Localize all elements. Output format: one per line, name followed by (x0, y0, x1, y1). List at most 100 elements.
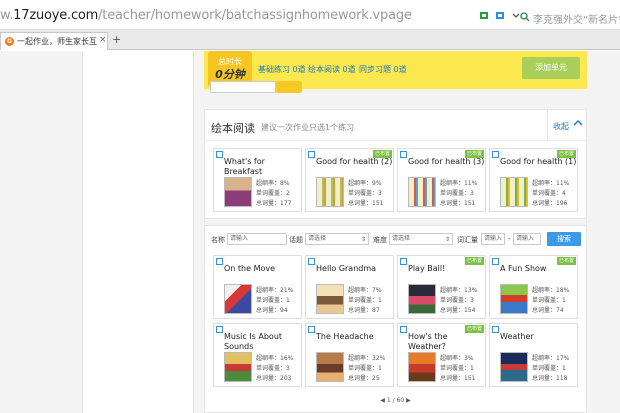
add-unit-button[interactable]: 添加单元 (522, 57, 580, 79)
chevron-up-icon (573, 118, 583, 131)
collapse-label: 收起 (553, 122, 569, 131)
partial-input[interactable] (210, 81, 276, 93)
book-cover-image (224, 177, 252, 207)
book-cover-image (224, 352, 252, 382)
select-checkbox[interactable] (216, 258, 223, 265)
vocab-filter-label: 词汇量 (457, 236, 478, 244)
book-stats: 超纲率：7% 单词覆盖：1 总词量：87 (348, 287, 382, 314)
url-prefix: w. (0, 8, 14, 23)
book-title: Play Ball! (408, 264, 446, 273)
book-title: The Headache (316, 332, 374, 341)
book-cover-image (408, 284, 436, 314)
book-stats: 超纲率：18% 单词覆盖：1 总词量：74 (532, 287, 570, 314)
book-card[interactable]: On the Move 超纲率：21% 单词覆盖：1 总词量：94 (213, 255, 302, 319)
book-stats: 超纲率：13% 单词覆盖：3 总词量：154 (440, 287, 478, 314)
book-card[interactable]: 已布置 Play Ball! 超纲率：13% 单词覆盖：3 总词量：154 (397, 255, 486, 319)
collapse-button[interactable]: 收起 (547, 110, 587, 140)
book-title: How's the Weather? (408, 332, 448, 351)
search-icon[interactable] (520, 12, 530, 25)
partial-button[interactable] (276, 81, 302, 93)
book-title: Hello Grandma (316, 264, 377, 273)
search-suggestion[interactable]: 李克强外交“新名片” (533, 11, 620, 26)
select-checkbox[interactable] (216, 326, 223, 333)
chevron-left-icon[interactable]: ◀ (380, 397, 385, 404)
vocab-to-input[interactable]: 请输入 (513, 233, 541, 245)
section-divider (205, 218, 586, 226)
close-tab-icon[interactable]: × (99, 35, 107, 45)
book-cover-image (500, 177, 528, 207)
level-filter-label: 难度 (373, 236, 387, 244)
ie-mode-icon[interactable] (495, 11, 505, 20)
summary-sync-exercise[interactable]: 同步习题 0道 (359, 64, 407, 75)
select-checkbox[interactable] (492, 326, 499, 333)
select-checkbox[interactable] (308, 151, 315, 158)
tab-title: 一起作业，师生家长互动 (17, 37, 97, 46)
book-card[interactable]: 已布置 How's the Weather? 超纲率：3% 单词覆盖：1 总词量：1… (397, 323, 486, 387)
book-cover-image (408, 352, 436, 382)
book-stats: 超纲率：17% 单词覆盖：1 总词量：118 (532, 355, 570, 382)
left-sidebar (82, 51, 194, 413)
book-stats: 超纲率：16% 单词覆盖：3 总词量：203 (256, 355, 294, 382)
book-cover-image (316, 352, 344, 382)
level-filter-select[interactable]: 请选择 ⇕ (389, 233, 453, 245)
address-bar[interactable]: w.17zuoye.com/teacher/homework/batchassi… (0, 0, 620, 30)
page-content: 总时长 0分钟 基础练习 0道 绘本阅读 0道 同步习题 0道 添加单元 绘本阅… (0, 51, 620, 413)
summary-picture-book[interactable]: 绘本阅读 0道 (308, 64, 356, 75)
new-tab-button[interactable]: + (112, 33, 121, 46)
book-title: Good for health (1) (500, 157, 577, 166)
book-stats: 超纲率：11% 单词覆盖：3 总词量：151 (440, 180, 478, 207)
book-card[interactable]: Weather 超纲率：17% 单词覆盖：1 总词量：118 (489, 323, 578, 387)
featured-card[interactable]: 已布置 Good for health (1) 超纲率：11% 单词覆盖：4 总词量… (489, 148, 578, 212)
select-checkbox[interactable] (216, 151, 223, 158)
book-card[interactable]: Music Is About Sounds 超纲率：16% 单词覆盖：3 总词量：2… (213, 323, 302, 387)
select-checkbox[interactable] (308, 326, 315, 333)
featured-card[interactable]: 已布置 Good for health (2) 超纲率：9% 单词覆盖：3 总词量：… (305, 148, 394, 212)
url-path: /teacher/homework/batchassignhomework.vp… (98, 8, 412, 23)
select-checkbox[interactable] (400, 258, 407, 265)
pagination: ◀ 1 / 60 ▶ (205, 397, 586, 404)
book-cover-image (408, 177, 436, 207)
book-cover-image (500, 352, 528, 382)
book-stats: 超纲率：32% 单词覆盖：1 总词量：25 (348, 355, 386, 382)
book-card[interactable]: Hello Grandma 超纲率：7% 单词覆盖：1 总词量：87 (305, 255, 394, 319)
book-card[interactable]: 已布置 A Fun Show 超纲率：18% 单词覆盖：1 总词量：74 (489, 255, 578, 319)
site-favicon-icon: G (5, 37, 14, 46)
book-title: A Fun Show (500, 264, 547, 273)
url-text[interactable]: w.17zuoye.com/teacher/homework/batchassi… (0, 8, 412, 23)
tab-active[interactable]: G 一起作业，师生家长互动 × (0, 32, 108, 50)
book-cover-image (500, 284, 528, 314)
select-checkbox[interactable] (492, 258, 499, 265)
vocab-from-input[interactable]: 请输入 (481, 233, 505, 245)
book-title: Music Is About Sounds (224, 332, 283, 351)
book-title: Good for health (2) (316, 157, 393, 166)
book-title: What's for Breakfast (224, 157, 265, 176)
topic-filter-label: 话题 (289, 236, 303, 244)
panel-hint: 建议一次作业只选1个练习 (261, 123, 355, 132)
summary-basic-practice[interactable]: 基础练习 0道 (258, 64, 306, 75)
select-checkbox[interactable] (400, 326, 407, 333)
vocab-range-dash: - (508, 235, 511, 243)
name-filter-label: 名称 (211, 236, 225, 244)
picture-book-panel: 绘本阅读 建议一次作业只选1个练习 收起 What's for Breakfas… (204, 109, 587, 413)
book-title: Weather (500, 332, 534, 341)
name-filter-input[interactable]: 请输入 (227, 233, 287, 245)
book-card[interactable]: The Headache 超纲率：32% 单词覆盖：1 总词量：25 (305, 323, 394, 387)
featured-card[interactable]: 已布置 Good for health (3) 超纲率：11% 单词覆盖：3 总词量… (397, 148, 486, 212)
divider (205, 140, 586, 141)
book-cover-image (316, 177, 344, 207)
speed-mode-icon[interactable] (479, 11, 489, 20)
total-time-value: 0分钟 (215, 68, 245, 81)
select-arrows-icon: ⇕ (444, 236, 450, 243)
featured-card[interactable]: What's for Breakfast 超纲率：8% 单词覆盖：2 总词量：177 (213, 148, 302, 212)
select-checkbox[interactable] (308, 258, 315, 265)
panel-title: 绘本阅读 (211, 122, 255, 135)
search-button[interactable]: 搜索 (547, 232, 581, 246)
book-stats: 超纲率：11% 单词覆盖：4 总词量：196 (532, 180, 570, 207)
tab-bar: G 一起作业，师生家长互动 × + (0, 30, 620, 50)
topic-filter-select[interactable]: 请选择 ⇕ (305, 233, 369, 245)
select-checkbox[interactable] (492, 151, 499, 158)
chevron-right-icon[interactable]: ▶ (406, 397, 411, 404)
select-checkbox[interactable] (400, 151, 407, 158)
select-arrows-icon: ⇕ (360, 236, 366, 243)
book-cover-image (224, 284, 252, 314)
